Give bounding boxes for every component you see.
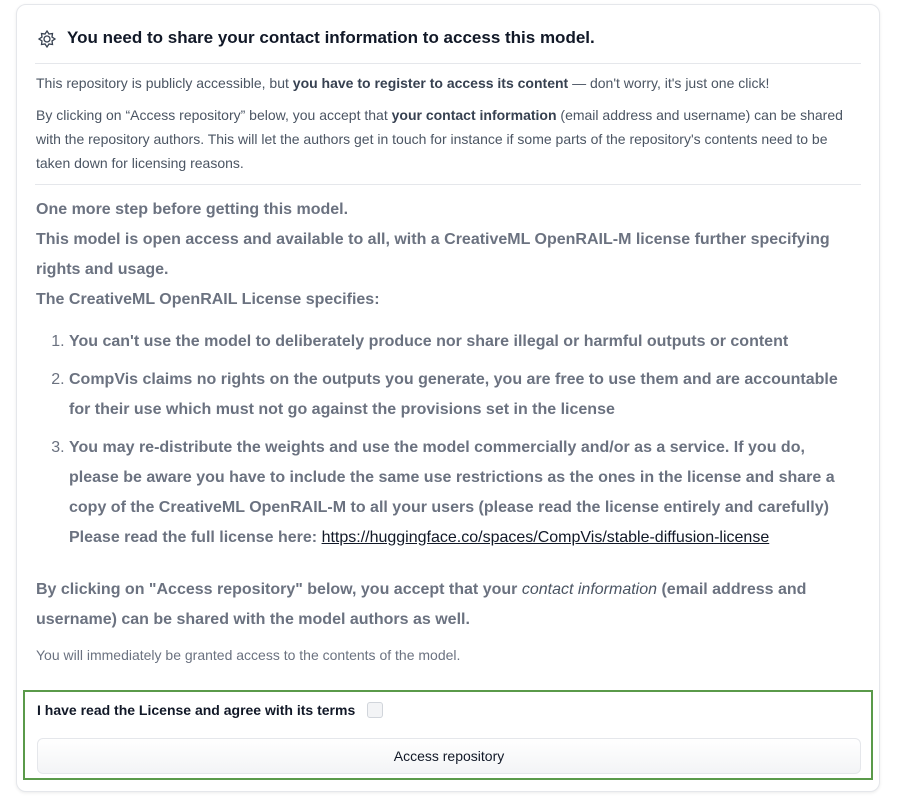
license-summary: One more step before getting this model.… — [36, 195, 856, 561]
intro-text: This repository is publicly accessible, … — [36, 71, 856, 183]
license-term: You can't use the model to deliberately … — [69, 327, 856, 357]
gate-line-1: One more step before getting this model. — [36, 201, 349, 218]
intro-paragraph-2: By clicking on “Access repository” below… — [36, 107, 843, 171]
intro-paragraph-1: This repository is publicly accessible, … — [36, 75, 770, 91]
agree-checkbox[interactable] — [367, 702, 384, 718]
gate-title: You need to share your contact informati… — [67, 28, 595, 47]
gated-icon — [37, 29, 57, 49]
agree-label: I have read the License and agree with i… — [37, 702, 356, 718]
gated-access-card: You need to share your contact informati… — [16, 4, 880, 792]
gate-line-3: The CreativeML OpenRAIL License specifie… — [36, 291, 380, 308]
license-link[interactable]: https://huggingface.co/spaces/CompVis/st… — [322, 529, 770, 546]
agree-row[interactable]: I have read the License and agree with i… — [37, 702, 384, 718]
gate-header: You need to share your contact informati… — [35, 27, 861, 64]
consent-text: By clicking on "Access repository" below… — [36, 581, 807, 628]
granted-note: You will immediately be granted access t… — [36, 647, 461, 663]
license-term: CompVis claims no rights on the outputs … — [69, 365, 856, 425]
access-repository-button[interactable]: Access repository — [37, 738, 861, 774]
license-terms-list: You can't use the model to deliberately … — [36, 327, 856, 553]
divider — [35, 184, 861, 185]
gate-line-2: This model is open access and available … — [36, 231, 830, 278]
access-form: I have read the License and agree with i… — [23, 690, 873, 780]
license-term: You may re-distribute the weights and us… — [69, 433, 856, 553]
